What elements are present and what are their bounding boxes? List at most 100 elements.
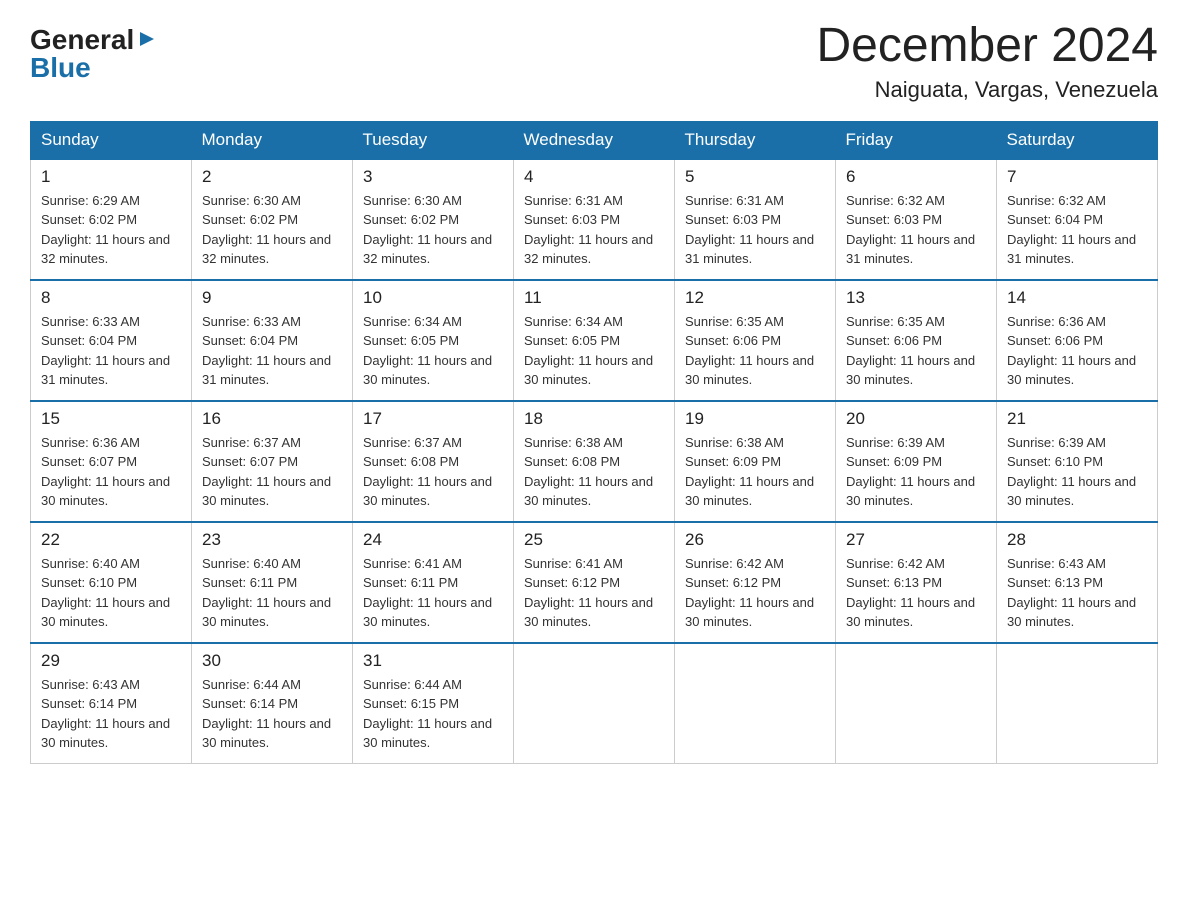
calendar-cell: 10 Sunrise: 6:34 AMSunset: 6:05 PMDayligh… bbox=[353, 280, 514, 401]
day-number: 6 bbox=[846, 167, 986, 187]
day-info: Sunrise: 6:38 AMSunset: 6:09 PMDaylight:… bbox=[685, 433, 825, 511]
day-number: 26 bbox=[685, 530, 825, 550]
day-number: 10 bbox=[363, 288, 503, 308]
calendar-header-tuesday: Tuesday bbox=[353, 121, 514, 159]
calendar-cell: 13 Sunrise: 6:35 AMSunset: 6:06 PMDayligh… bbox=[836, 280, 997, 401]
day-info: Sunrise: 6:40 AMSunset: 6:11 PMDaylight:… bbox=[202, 554, 342, 632]
logo-blue: Blue bbox=[30, 54, 91, 82]
logo-arrow-icon bbox=[136, 28, 158, 50]
day-info: Sunrise: 6:34 AMSunset: 6:05 PMDaylight:… bbox=[524, 312, 664, 390]
calendar-cell: 30 Sunrise: 6:44 AMSunset: 6:14 PMDayligh… bbox=[192, 643, 353, 764]
day-info: Sunrise: 6:41 AMSunset: 6:12 PMDaylight:… bbox=[524, 554, 664, 632]
day-number: 16 bbox=[202, 409, 342, 429]
day-info: Sunrise: 6:36 AMSunset: 6:06 PMDaylight:… bbox=[1007, 312, 1147, 390]
calendar-header-monday: Monday bbox=[192, 121, 353, 159]
day-info: Sunrise: 6:30 AMSunset: 6:02 PMDaylight:… bbox=[202, 191, 342, 269]
calendar-cell: 24Sunrise: 6:41 AMSunset: 6:11 PMDayligh… bbox=[353, 522, 514, 643]
day-info: Sunrise: 6:40 AMSunset: 6:10 PMDaylight:… bbox=[41, 554, 181, 632]
day-info: Sunrise: 6:37 AMSunset: 6:08 PMDaylight:… bbox=[363, 433, 503, 511]
calendar-header-friday: Friday bbox=[836, 121, 997, 159]
calendar-cell: 12 Sunrise: 6:35 AMSunset: 6:06 PMDayligh… bbox=[675, 280, 836, 401]
day-number: 13 bbox=[846, 288, 986, 308]
calendar-cell: 26 Sunrise: 6:42 AMSunset: 6:12 PMDayligh… bbox=[675, 522, 836, 643]
day-info: Sunrise: 6:44 AMSunset: 6:15 PMDaylight:… bbox=[363, 675, 503, 753]
calendar-header-sunday: Sunday bbox=[31, 121, 192, 159]
day-info: Sunrise: 6:32 AMSunset: 6:03 PMDaylight:… bbox=[846, 191, 986, 269]
calendar-header-row: SundayMondayTuesdayWednesdayThursdayFrid… bbox=[31, 121, 1158, 159]
day-number: 2 bbox=[202, 167, 342, 187]
day-number: 30 bbox=[202, 651, 342, 671]
calendar-week-1: 1 Sunrise: 6:29 AMSunset: 6:02 PMDaylight… bbox=[31, 159, 1158, 280]
calendar-table: SundayMondayTuesdayWednesdayThursdayFrid… bbox=[30, 121, 1158, 764]
calendar-week-2: 8 Sunrise: 6:33 AMSunset: 6:04 PMDaylight… bbox=[31, 280, 1158, 401]
day-number: 19 bbox=[685, 409, 825, 429]
day-number: 29 bbox=[41, 651, 181, 671]
day-info: Sunrise: 6:34 AMSunset: 6:05 PMDaylight:… bbox=[363, 312, 503, 390]
calendar-cell bbox=[997, 643, 1158, 764]
logo: General Blue bbox=[30, 26, 158, 82]
day-info: Sunrise: 6:42 AMSunset: 6:13 PMDaylight:… bbox=[846, 554, 986, 632]
day-number: 7 bbox=[1007, 167, 1147, 187]
calendar-cell: 11 Sunrise: 6:34 AMSunset: 6:05 PMDayligh… bbox=[514, 280, 675, 401]
day-number: 25 bbox=[524, 530, 664, 550]
day-info: Sunrise: 6:29 AMSunset: 6:02 PMDaylight:… bbox=[41, 191, 181, 269]
calendar-cell: 4 Sunrise: 6:31 AMSunset: 6:03 PMDaylight… bbox=[514, 159, 675, 280]
calendar-header-thursday: Thursday bbox=[675, 121, 836, 159]
day-number: 17 bbox=[363, 409, 503, 429]
calendar-cell: 14 Sunrise: 6:36 AMSunset: 6:06 PMDayligh… bbox=[997, 280, 1158, 401]
day-info: Sunrise: 6:33 AMSunset: 6:04 PMDaylight:… bbox=[41, 312, 181, 390]
day-number: 18 bbox=[524, 409, 664, 429]
calendar-cell: 9 Sunrise: 6:33 AMSunset: 6:04 PMDaylight… bbox=[192, 280, 353, 401]
day-number: 4 bbox=[524, 167, 664, 187]
calendar-cell: 16Sunrise: 6:37 AMSunset: 6:07 PMDayligh… bbox=[192, 401, 353, 522]
day-info: Sunrise: 6:38 AMSunset: 6:08 PMDaylight:… bbox=[524, 433, 664, 511]
day-number: 12 bbox=[685, 288, 825, 308]
calendar-cell: 17 Sunrise: 6:37 AMSunset: 6:08 PMDayligh… bbox=[353, 401, 514, 522]
day-number: 27 bbox=[846, 530, 986, 550]
day-number: 28 bbox=[1007, 530, 1147, 550]
day-number: 20 bbox=[846, 409, 986, 429]
calendar-cell: 3Sunrise: 6:30 AMSunset: 6:02 PMDaylight… bbox=[353, 159, 514, 280]
calendar-cell: 18 Sunrise: 6:38 AMSunset: 6:08 PMDayligh… bbox=[514, 401, 675, 522]
day-number: 14 bbox=[1007, 288, 1147, 308]
day-number: 8 bbox=[41, 288, 181, 308]
day-number: 21 bbox=[1007, 409, 1147, 429]
calendar-cell: 19 Sunrise: 6:38 AMSunset: 6:09 PMDayligh… bbox=[675, 401, 836, 522]
calendar-week-5: 29Sunrise: 6:43 AMSunset: 6:14 PMDayligh… bbox=[31, 643, 1158, 764]
calendar-cell: 29Sunrise: 6:43 AMSunset: 6:14 PMDayligh… bbox=[31, 643, 192, 764]
day-info: Sunrise: 6:36 AMSunset: 6:07 PMDaylight:… bbox=[41, 433, 181, 511]
day-number: 9 bbox=[202, 288, 342, 308]
calendar-cell: 5 Sunrise: 6:31 AMSunset: 6:03 PMDaylight… bbox=[675, 159, 836, 280]
day-info: Sunrise: 6:44 AMSunset: 6:14 PMDaylight:… bbox=[202, 675, 342, 753]
day-info: Sunrise: 6:31 AMSunset: 6:03 PMDaylight:… bbox=[524, 191, 664, 269]
day-number: 24 bbox=[363, 530, 503, 550]
calendar-header-saturday: Saturday bbox=[997, 121, 1158, 159]
calendar-cell bbox=[836, 643, 997, 764]
title-block: December 2024 Naiguata, Vargas, Venezuel… bbox=[816, 20, 1158, 103]
page-header: General Blue December 2024 Naiguata, Var… bbox=[30, 20, 1158, 103]
calendar-cell: 25 Sunrise: 6:41 AMSunset: 6:12 PMDayligh… bbox=[514, 522, 675, 643]
calendar-cell: 22Sunrise: 6:40 AMSunset: 6:10 PMDayligh… bbox=[31, 522, 192, 643]
calendar-cell: 27 Sunrise: 6:42 AMSunset: 6:13 PMDayligh… bbox=[836, 522, 997, 643]
day-info: Sunrise: 6:42 AMSunset: 6:12 PMDaylight:… bbox=[685, 554, 825, 632]
calendar-cell: 15 Sunrise: 6:36 AMSunset: 6:07 PMDayligh… bbox=[31, 401, 192, 522]
calendar-cell bbox=[675, 643, 836, 764]
calendar-cell: 21Sunrise: 6:39 AMSunset: 6:10 PMDayligh… bbox=[997, 401, 1158, 522]
calendar-cell bbox=[514, 643, 675, 764]
day-number: 11 bbox=[524, 288, 664, 308]
calendar-week-3: 15 Sunrise: 6:36 AMSunset: 6:07 PMDayligh… bbox=[31, 401, 1158, 522]
day-number: 5 bbox=[685, 167, 825, 187]
day-info: Sunrise: 6:35 AMSunset: 6:06 PMDaylight:… bbox=[846, 312, 986, 390]
calendar-cell: 8 Sunrise: 6:33 AMSunset: 6:04 PMDaylight… bbox=[31, 280, 192, 401]
day-number: 31 bbox=[363, 651, 503, 671]
day-info: Sunrise: 6:35 AMSunset: 6:06 PMDaylight:… bbox=[685, 312, 825, 390]
day-number: 3 bbox=[363, 167, 503, 187]
day-info: Sunrise: 6:31 AMSunset: 6:03 PMDaylight:… bbox=[685, 191, 825, 269]
calendar-cell: 2 Sunrise: 6:30 AMSunset: 6:02 PMDaylight… bbox=[192, 159, 353, 280]
day-info: Sunrise: 6:33 AMSunset: 6:04 PMDaylight:… bbox=[202, 312, 342, 390]
calendar-cell: 31 Sunrise: 6:44 AMSunset: 6:15 PMDayligh… bbox=[353, 643, 514, 764]
day-number: 15 bbox=[41, 409, 181, 429]
calendar-cell: 28Sunrise: 6:43 AMSunset: 6:13 PMDayligh… bbox=[997, 522, 1158, 643]
location-title: Naiguata, Vargas, Venezuela bbox=[816, 77, 1158, 103]
day-number: 1 bbox=[41, 167, 181, 187]
